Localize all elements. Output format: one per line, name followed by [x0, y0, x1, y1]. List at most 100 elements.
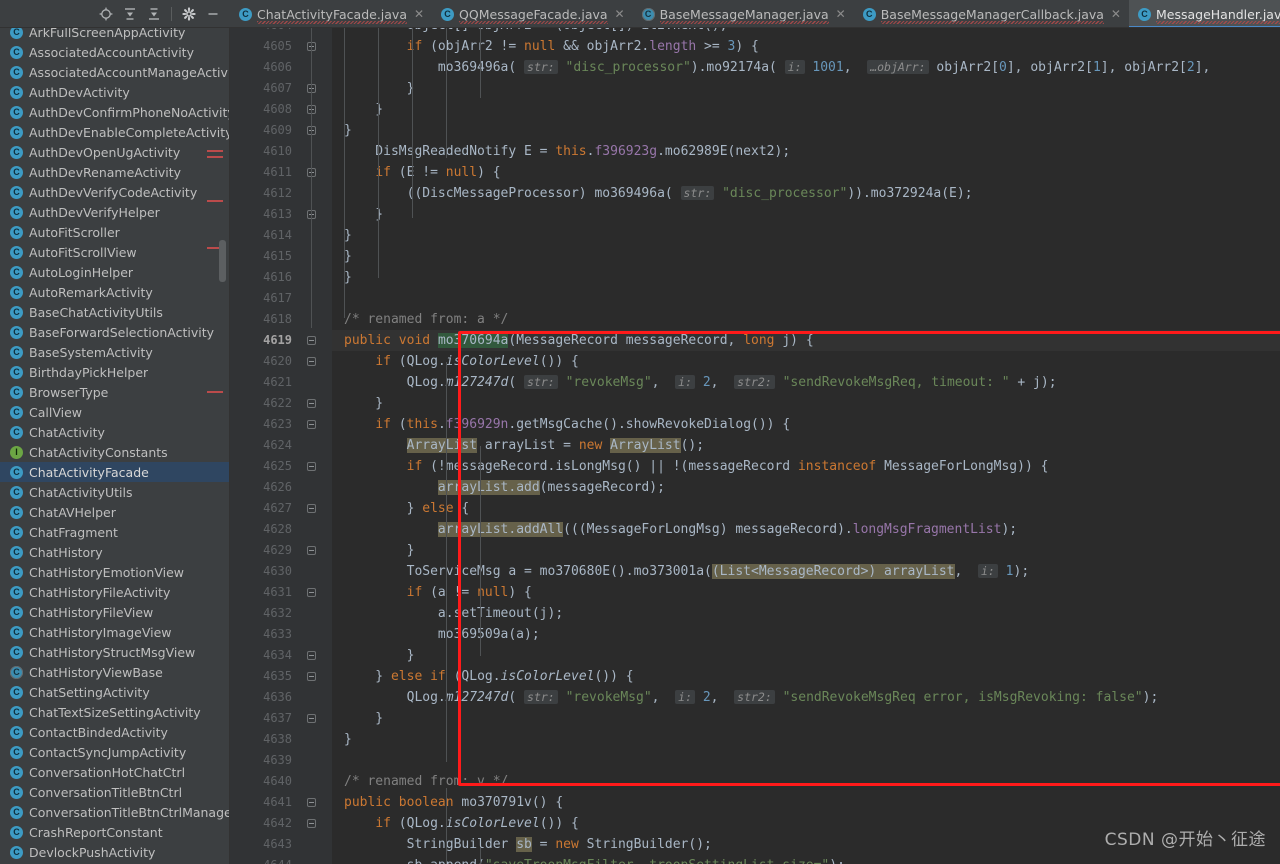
fold-toggle-icon[interactable] [306, 792, 317, 813]
collapse-all-icon[interactable] [143, 3, 165, 25]
structure-item[interactable]: C CallView [0, 402, 229, 422]
structure-item[interactable]: C DevlockPushActivity [0, 842, 229, 862]
structure-item[interactable]: C AutoFitScrollView [0, 242, 229, 262]
code-line[interactable]: if (!messageRecord.isLongMsg() || !(mess… [332, 456, 1280, 477]
code-line[interactable]: sb.append("saveTroopMsgFilter, troopSett… [332, 855, 1280, 864]
code-line[interactable]: mo369509a(a); [332, 624, 1280, 645]
code-line[interactable]: } [332, 225, 1280, 246]
structure-item[interactable]: C AuthDevActivity [0, 82, 229, 102]
code-line[interactable]: } [332, 99, 1280, 120]
structure-item[interactable]: C ChatHistoryStructMsgView [0, 642, 229, 662]
code-line[interactable]: if (E != null) { [332, 162, 1280, 183]
code-line[interactable]: public void mo370694a(MessageRecord mess… [332, 330, 1280, 351]
code-line[interactable]: } [332, 267, 1280, 288]
fold-toggle-icon[interactable] [306, 351, 317, 372]
code-line[interactable]: } [332, 246, 1280, 267]
code-line[interactable]: if (objArr2 != null && objArr2.length >=… [332, 36, 1280, 57]
code-line[interactable]: QLog.m127247d( str: "revokeMsg", i: 2, s… [332, 372, 1280, 393]
structure-item[interactable]: C ChatHistory [0, 542, 229, 562]
structure-item[interactable]: C ChatFragment [0, 522, 229, 542]
code-line[interactable]: } [332, 708, 1280, 729]
fold-toggle-icon[interactable] [306, 414, 317, 435]
editor-tab[interactable]: C BaseMessageManagerCallback.java ✕ [854, 0, 1129, 27]
structure-item[interactable]: C ChatHistoryFileView [0, 602, 229, 622]
structure-item[interactable]: C ChatActivity [0, 422, 229, 442]
editor-tab[interactable]: CMessageHandler.java✕ [1128, 0, 1280, 27]
code-line[interactable]: } else { [332, 498, 1280, 519]
structure-item[interactable]: C AssociatedAccountManageActivity [0, 62, 229, 82]
structure-item[interactable]: C ArkFullScreenAppActivity [0, 28, 229, 42]
code-line[interactable]: ToServiceMsg a = mo370680E().mo373001a((… [332, 561, 1280, 582]
structure-item[interactable]: C ChatHistoryEmotionView [0, 562, 229, 582]
structure-item[interactable]: C BaseChatActivityUtils [0, 302, 229, 322]
code-line[interactable]: } [332, 645, 1280, 666]
code-editor[interactable]: 4604 4605 4606 4607 4608 4609 4610 4611 4612 4613… [230, 28, 1280, 864]
fold-toggle-icon[interactable] [306, 708, 317, 729]
structure-item[interactable]: C ChatAVHelper [0, 502, 229, 522]
structure-item[interactable]: C ChatHistoryFileActivity [0, 582, 229, 602]
code-line[interactable]: QLog.m127247d( str: "revokeMsg", i: 2, s… [332, 687, 1280, 708]
code-line[interactable]: } else if (QLog.isColorLevel()) { [332, 666, 1280, 687]
code-line[interactable]: /* renamed from: a */ [332, 309, 1280, 330]
structure-item[interactable]: C ConversationTitleBtnCtrlManager [0, 802, 229, 822]
code-line[interactable]: a.setTimeout(j); [332, 603, 1280, 624]
structure-item[interactable]: C AutoLoginHelper [0, 262, 229, 282]
code-line[interactable]: if (this.f396929n.getMsgCache().showRevo… [332, 414, 1280, 435]
code-line[interactable]: } [332, 729, 1280, 750]
structure-list[interactable]: C ArkFullScreenAppActivity C AssociatedAcco… [0, 28, 229, 862]
structure-item[interactable]: C AutoFitScroller [0, 222, 229, 242]
code-line[interactable]: ((DiscMessageProcessor) mo369496a( str: … [332, 183, 1280, 204]
structure-item[interactable]: C ChatHistoryViewBase [0, 662, 229, 682]
structure-item[interactable]: C AutoRemarkActivity [0, 282, 229, 302]
close-icon[interactable]: ✕ [414, 8, 424, 20]
fold-toggle-icon[interactable] [306, 582, 317, 603]
structure-item[interactable]: C BrowserType [0, 382, 229, 402]
structure-item[interactable]: C AuthDevConfirmPhoneNoActivity [0, 102, 229, 122]
close-icon[interactable]: ✕ [615, 8, 625, 20]
code-line[interactable]: /* renamed from: v */ [332, 771, 1280, 792]
structure-item[interactable]: C ConversationHotChatCtrl [0, 762, 229, 782]
structure-item[interactable]: C AuthDevEnableCompleteActivity [0, 122, 229, 142]
structure-item[interactable]: C ChatActivityFacade [0, 462, 229, 482]
code-line[interactable]: DisMsgReadedNotify E = this.f396923g.mo6… [332, 141, 1280, 162]
structure-item[interactable]: C AuthDevVerifyHelper [0, 202, 229, 222]
structure-item[interactable]: C AuthDevVerifyCodeActivity [0, 182, 229, 202]
minimize-icon[interactable] [202, 3, 224, 25]
code-line[interactable]: } [332, 204, 1280, 225]
code-line[interactable]: arrayList.addAll(((MessageForLongMsg) me… [332, 519, 1280, 540]
fold-toggle-icon[interactable] [306, 645, 317, 666]
fold-toggle-icon[interactable] [306, 330, 317, 351]
locate-icon[interactable] [95, 3, 117, 25]
structure-item[interactable]: C BaseSystemActivity [0, 342, 229, 362]
structure-item[interactable]: C ContactSyncJumpActivity [0, 742, 229, 762]
code-line[interactable]: public boolean mo370791v() { [332, 792, 1280, 813]
structure-scrollbar-thumb[interactable] [219, 240, 226, 282]
code-line[interactable]: } [332, 540, 1280, 561]
editor-tab[interactable]: C QQMessageFacade.java ✕ [432, 0, 633, 27]
close-icon[interactable]: ✕ [1111, 8, 1121, 20]
fold-toggle-icon[interactable] [306, 393, 317, 414]
structure-item[interactable]: C BirthdayPickHelper [0, 362, 229, 382]
expand-all-icon[interactable] [119, 3, 141, 25]
fold-toggle-icon[interactable] [306, 498, 317, 519]
structure-item[interactable]: C AuthDevRenameActivity [0, 162, 229, 182]
fold-toggle-icon[interactable] [306, 540, 317, 561]
structure-item[interactable]: C AssociatedAccountActivity [0, 42, 229, 62]
editor-tab[interactable]: C ChatActivityFacade.java ✕ [230, 0, 432, 27]
structure-tool-window[interactable]: C ArkFullScreenAppActivity C AssociatedAcco… [0, 28, 230, 864]
editor-gutter[interactable]: 4604 4605 4606 4607 4608 4609 4610 4611 4612 4613… [230, 28, 332, 864]
structure-item[interactable]: C ChatTextSizeSettingActivity [0, 702, 229, 722]
structure-item[interactable]: C ChatSettingActivity [0, 682, 229, 702]
structure-item[interactable]: C CrashReportConstant [0, 822, 229, 842]
structure-item[interactable]: C ChatHistoryImageView [0, 622, 229, 642]
fold-toggle-icon[interactable] [306, 456, 317, 477]
structure-item[interactable]: C ConversationTitleBtnCtrl [0, 782, 229, 802]
code-line[interactable] [332, 288, 1280, 309]
editor-tab-bar[interactable]: C ChatActivityFacade.java ✕ C QQMessageFacad… [230, 0, 1280, 28]
structure-item[interactable]: C BaseForwardSelectionActivity [0, 322, 229, 342]
code-line[interactable]: } [332, 78, 1280, 99]
code-line[interactable]: Object[] objArr2 = (Object[]) it2.next()… [332, 28, 1280, 36]
structure-item[interactable]: C ContactBindedActivity [0, 722, 229, 742]
code-line[interactable]: arrayList.add(messageRecord); [332, 477, 1280, 498]
structure-item[interactable]: I ChatActivityConstants [0, 442, 229, 462]
